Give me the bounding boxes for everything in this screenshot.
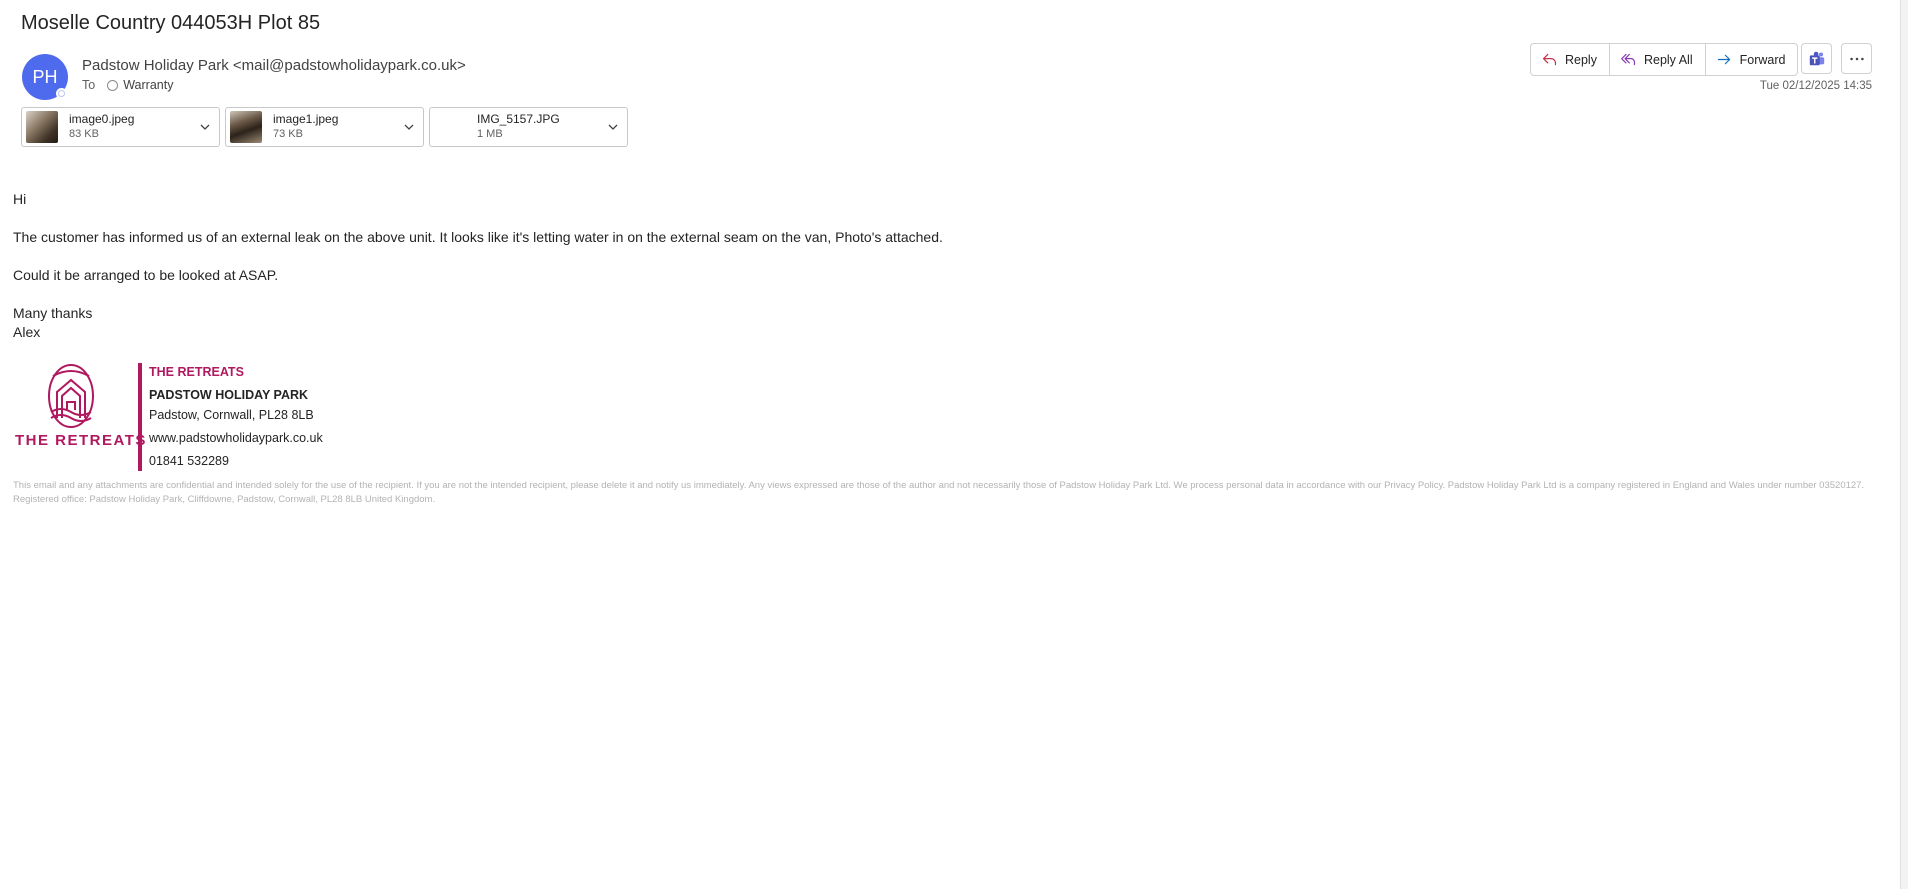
chevron-down-icon[interactable] xyxy=(402,120,416,134)
more-actions-button[interactable] xyxy=(1841,43,1872,74)
forward-button[interactable]: Forward xyxy=(1706,44,1798,75)
body-paragraph: The customer has informed us of an exter… xyxy=(13,229,943,245)
attachment-name: image1.jpeg xyxy=(273,112,339,126)
recipient-line: To Warranty xyxy=(82,78,173,92)
sender-name[interactable]: Padstow Holiday Park <mail@padstowholida… xyxy=(82,57,466,74)
sent-date: Tue 02/12/2025 14:35 xyxy=(1759,80,1872,92)
signature-address: Padstow, Cornwall, PL28 8LB xyxy=(149,408,314,422)
presence-status-icon xyxy=(56,88,67,99)
attachment-name: image0.jpeg xyxy=(69,112,135,126)
more-icon xyxy=(1849,57,1864,60)
signature-brand: THE RETREATS xyxy=(149,365,244,379)
reply-label: Reply xyxy=(1565,52,1597,67)
reply-button[interactable]: Reply xyxy=(1531,44,1610,75)
attachment-name: IMG_5157.JPG xyxy=(477,112,560,126)
signature-phone: 01841 532289 xyxy=(149,454,229,468)
recipient-name[interactable]: Warranty xyxy=(123,78,173,92)
chevron-down-icon[interactable] xyxy=(198,120,212,134)
attachment-item[interactable]: image1.jpeg 73 KB xyxy=(225,107,424,147)
vertical-scrollbar[interactable] xyxy=(1900,0,1908,889)
forward-label: Forward xyxy=(1739,52,1786,67)
teams-button[interactable] xyxy=(1801,43,1832,74)
logo-wordmark: THE RETREATS xyxy=(15,432,147,449)
attachment-size: 73 KB xyxy=(273,128,303,140)
forward-icon xyxy=(1717,54,1730,65)
signature-park-name: PADSTOW HOLIDAY PARK xyxy=(149,388,309,402)
attachment-thumbnail xyxy=(434,111,466,143)
attachment-list: image0.jpeg 83 KB image1.jpeg 73 KB IMG_… xyxy=(21,107,628,147)
attachment-thumbnail xyxy=(230,111,262,143)
body-paragraph: Could it be arranged to be looked at ASA… xyxy=(13,267,279,283)
body-closing: Many thanks xyxy=(13,305,93,321)
reply-icon xyxy=(1542,53,1557,66)
to-label: To xyxy=(82,78,96,92)
email-disclaimer: This email and any attachments are confi… xyxy=(13,480,1865,505)
recipient-presence-icon xyxy=(107,79,119,91)
teams-icon xyxy=(1809,51,1824,65)
chevron-down-icon[interactable] xyxy=(606,120,620,134)
signature-divider xyxy=(138,363,142,471)
body-greeting: Hi xyxy=(13,191,27,207)
email-subject: Moselle Country 044053H Plot 85 xyxy=(21,12,321,34)
attachment-thumbnail xyxy=(26,111,58,143)
body-signoff-name: Alex xyxy=(13,324,41,340)
attachment-size: 83 KB xyxy=(69,128,99,140)
reply-all-icon xyxy=(1621,53,1636,66)
attachment-item[interactable]: IMG_5157.JPG 1 MB xyxy=(429,107,628,147)
avatar-initials: PH xyxy=(32,66,58,87)
reply-all-label: Reply All xyxy=(1643,52,1693,67)
signature-website[interactable]: www.padstowholidaypark.co.uk xyxy=(149,431,323,445)
attachment-size: 1 MB xyxy=(477,128,503,140)
attachment-item[interactable]: image0.jpeg 83 KB xyxy=(21,107,220,147)
message-actions-toolbar: Reply Reply All Forward xyxy=(1530,43,1799,76)
reply-all-button[interactable]: Reply All xyxy=(1610,44,1706,75)
